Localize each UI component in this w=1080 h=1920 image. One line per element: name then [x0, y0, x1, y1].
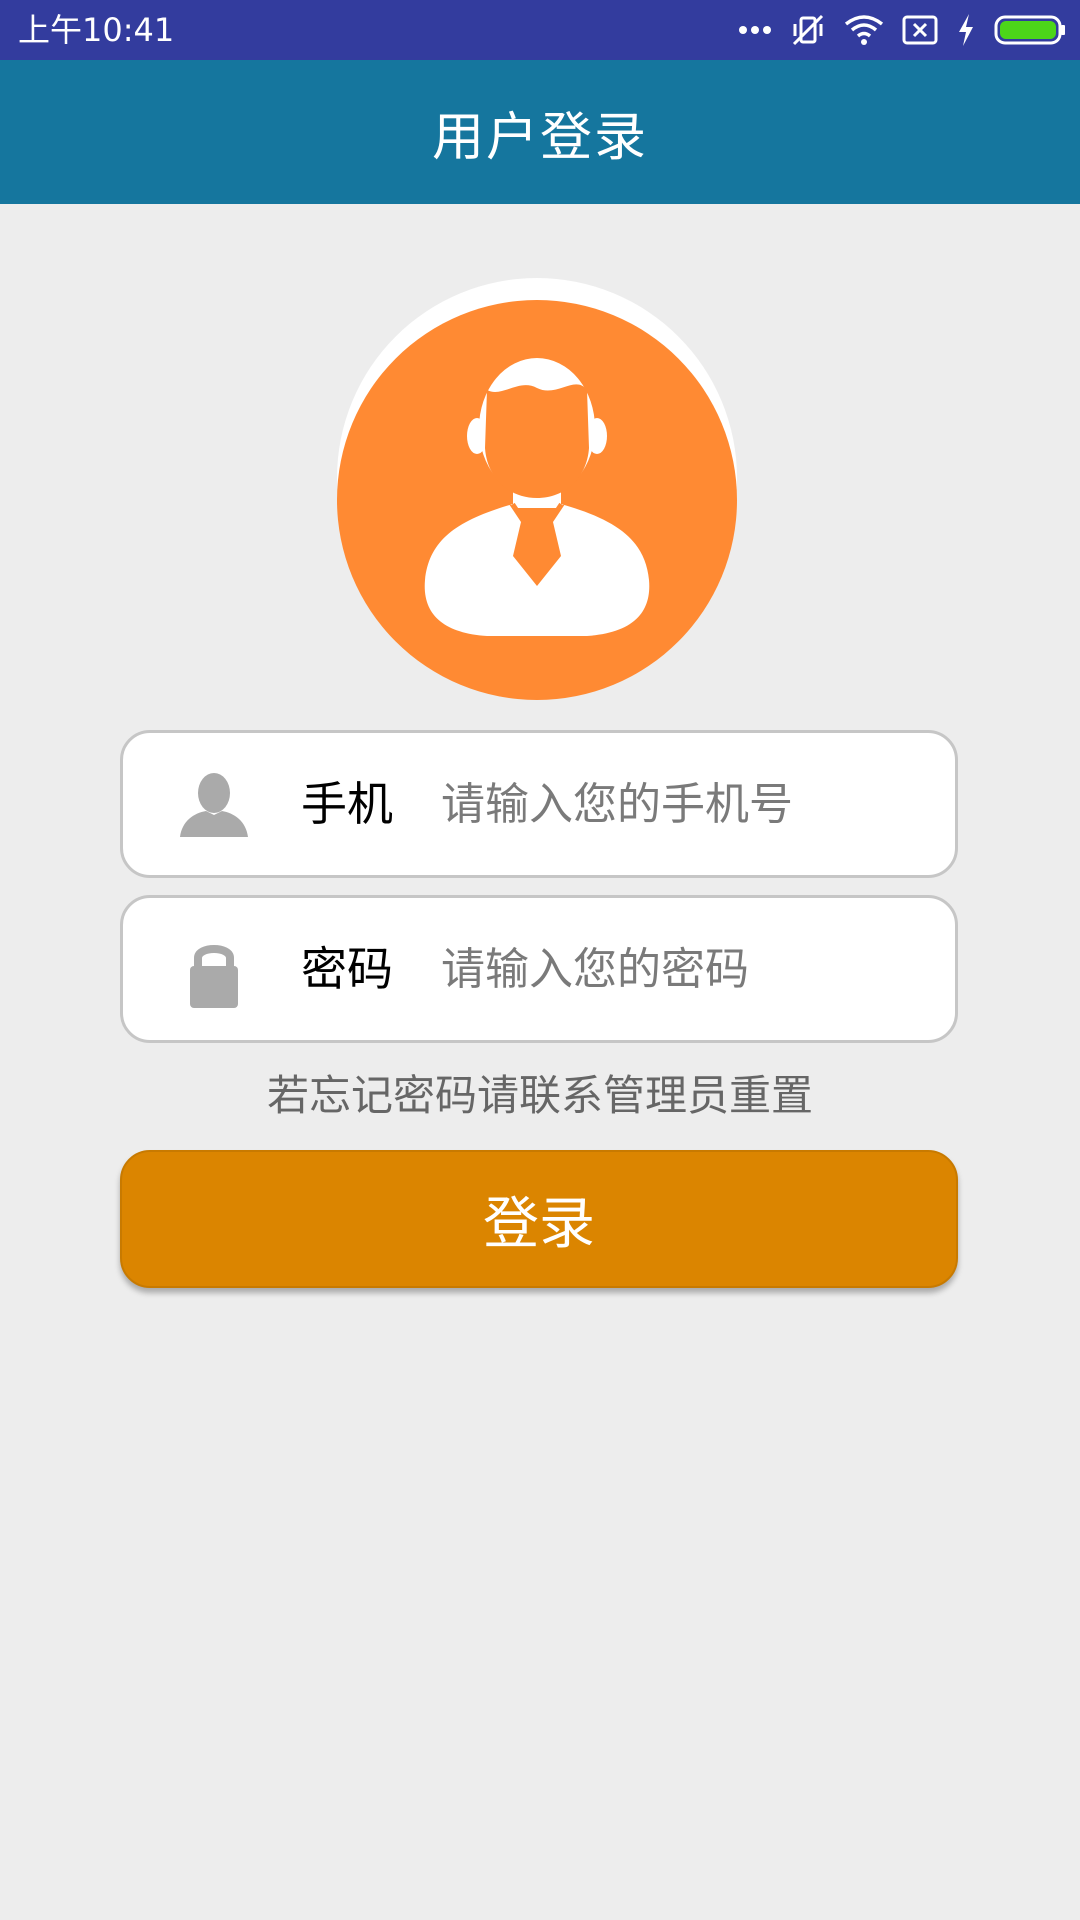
- user-avatar-icon: [337, 278, 737, 700]
- phone-label: 手机: [301, 777, 393, 831]
- login-button[interactable]: 登录: [120, 1150, 958, 1288]
- page-title: 用户登录: [431, 107, 648, 168]
- phone-field[interactable]: 手机: [120, 730, 958, 878]
- phone-input[interactable]: [441, 763, 921, 845]
- app-header: 用户登录: [0, 60, 1080, 204]
- wifi-icon: [844, 14, 884, 46]
- sim-none-icon: [902, 14, 938, 46]
- person-icon: [178, 771, 250, 839]
- lock-icon: [178, 936, 250, 1008]
- more-dots-icon: [738, 25, 772, 35]
- charging-bolt-icon: [956, 13, 976, 47]
- forgot-password-hint: 若忘记密码请联系管理员重置: [266, 1071, 813, 1120]
- status-icons: [738, 10, 1066, 50]
- status-time: 上午10:41: [18, 11, 175, 49]
- battery-icon: [994, 14, 1066, 46]
- status-bar: 上午10:41: [0, 0, 1080, 60]
- password-input[interactable]: [441, 928, 921, 1010]
- password-field[interactable]: 密码: [120, 895, 958, 1043]
- password-label: 密码: [301, 942, 393, 996]
- vibrate-silent-icon: [790, 12, 826, 48]
